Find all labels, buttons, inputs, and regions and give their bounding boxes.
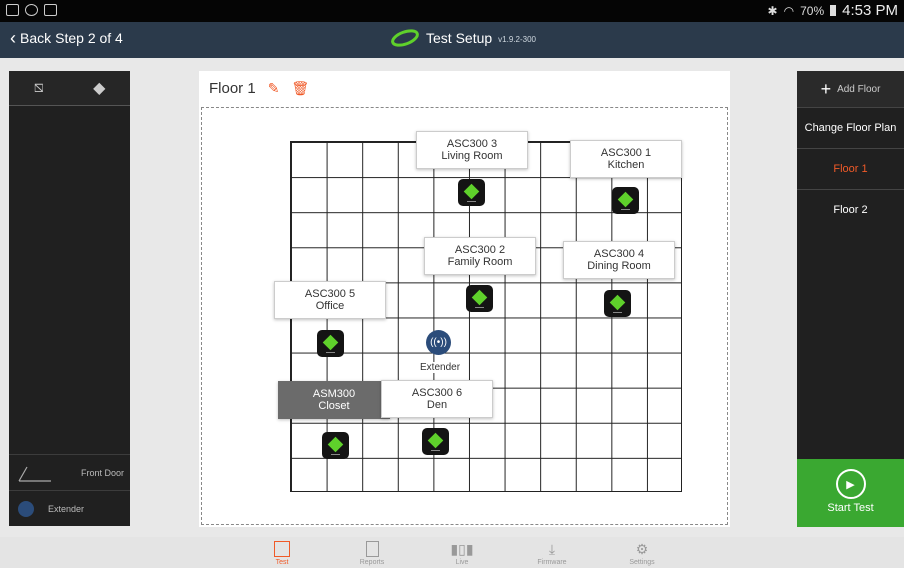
extender-tool[interactable]: Extender bbox=[9, 490, 130, 527]
start-test-button[interactable]: ▶ Start Test bbox=[797, 459, 904, 527]
front-door-tool[interactable]: Front Door bbox=[9, 454, 130, 491]
device-room: Den bbox=[426, 399, 448, 411]
battery-icon bbox=[830, 5, 837, 16]
sensor-node-asc300-4[interactable] bbox=[604, 290, 631, 317]
device-name: ASC300 6 bbox=[411, 387, 463, 399]
mail-notification-icon bbox=[44, 4, 57, 16]
notification-icons bbox=[6, 4, 57, 16]
change-floor-plan-button[interactable]: Change Floor Plan bbox=[797, 107, 904, 148]
app-title: Test Setup v1.9.2-300 bbox=[390, 28, 536, 48]
extender-icon[interactable]: ((•)) bbox=[426, 330, 451, 355]
door-icon bbox=[18, 466, 51, 482]
status-bar: ✱ ◠ 70% 4:53 PM bbox=[0, 0, 904, 22]
sensor-node-asm300[interactable] bbox=[322, 432, 349, 459]
play-icon: ▶ bbox=[835, 469, 866, 499]
device-label[interactable]: ASC300 3 Living Room bbox=[416, 131, 528, 169]
back-label: Back bbox=[20, 30, 52, 46]
reports-icon bbox=[365, 541, 379, 557]
left-tool-panel: ⧅ ◆ Front Door Extender bbox=[9, 71, 130, 526]
chevron-left-icon: ‹ bbox=[10, 28, 16, 48]
nav-firmware[interactable]: ⤓ Firmware bbox=[522, 539, 582, 567]
image-notification-icon bbox=[6, 4, 19, 16]
device-label[interactable]: ASC300 6 Den bbox=[381, 380, 493, 418]
floor-item-2[interactable]: Floor 2 bbox=[797, 189, 904, 230]
nav-label: Live bbox=[455, 559, 469, 566]
nav-live[interactable]: ▮▯▮ Live bbox=[432, 539, 492, 567]
bottom-nav: Test Reports ▮▯▮ Live ⤓ Firmware ⚙ Setti… bbox=[0, 537, 904, 568]
settings-icon: ⚙ bbox=[635, 540, 649, 557]
app-notification-icon bbox=[25, 4, 38, 16]
device-room: Kitchen bbox=[607, 159, 645, 171]
trash-icon[interactable]: 🗑 bbox=[291, 80, 309, 97]
device-label[interactable]: ASC300 1 Kitchen bbox=[570, 140, 682, 178]
device-label[interactable]: ASC300 5 Office bbox=[274, 281, 386, 319]
extender-tool-label: Extender bbox=[48, 504, 85, 514]
device-name: ASC300 3 bbox=[446, 138, 498, 150]
device-room: Office bbox=[315, 300, 345, 312]
back-button[interactable]: ‹ Back Step 2 of 4 bbox=[10, 28, 123, 48]
device-label[interactable]: ASC300 4 Dining Room bbox=[563, 241, 675, 279]
nav-label: Firmware bbox=[537, 559, 567, 566]
firmware-icon: ⤓ bbox=[548, 540, 556, 557]
step-indicator: Step 2 of 4 bbox=[55, 30, 123, 46]
device-name: ASC300 4 bbox=[593, 248, 645, 260]
sensor-node-asc300-1[interactable] bbox=[612, 187, 639, 214]
device-room: Living Room bbox=[441, 150, 503, 162]
device-label[interactable]: ASC300 2 Family Room bbox=[424, 237, 536, 275]
floor-title: Floor 1 bbox=[209, 79, 256, 97]
battery-percent: 70% bbox=[800, 3, 825, 18]
device-name: ASC300 5 bbox=[304, 288, 356, 300]
device-room: Family Room bbox=[447, 256, 513, 268]
nav-label: Settings bbox=[629, 559, 655, 566]
nav-test[interactable]: Test bbox=[252, 539, 312, 566]
clock: 4:53 PM bbox=[842, 2, 898, 19]
floor-item-1[interactable]: Floor 1 bbox=[797, 148, 904, 189]
add-floor-button[interactable]: + Add Floor bbox=[797, 71, 904, 107]
bluetooth-icon: ✱ bbox=[767, 3, 778, 18]
front-door-label: Front Door bbox=[80, 468, 124, 478]
device-name: ASM300 bbox=[312, 388, 356, 400]
start-test-label: Start Test bbox=[827, 502, 874, 514]
sensor-node-asc300-3[interactable] bbox=[458, 179, 485, 206]
add-floor-label: Add Floor bbox=[837, 83, 881, 95]
live-icon: ▮▯▮ bbox=[450, 540, 474, 557]
nav-settings[interactable]: ⚙ Settings bbox=[612, 539, 672, 567]
plus-icon: + bbox=[820, 78, 832, 99]
extender-small-icon bbox=[18, 501, 34, 517]
sensor-node-asc300-5[interactable] bbox=[317, 330, 344, 357]
device-name: ASC300 2 bbox=[454, 244, 506, 256]
version-text: v1.9.2-300 bbox=[498, 35, 536, 44]
nav-label: Test bbox=[275, 559, 289, 566]
sensor-node-asc300-6[interactable] bbox=[422, 428, 449, 455]
hide-labels-icon[interactable]: ⧅ bbox=[34, 79, 44, 97]
device-label-selected[interactable]: ASM300 Closet bbox=[278, 381, 390, 419]
nav-label: Reports bbox=[359, 559, 385, 566]
top-app-bar: ‹ Back Step 2 of 4 Test Setup v1.9.2-300 bbox=[0, 22, 904, 58]
test-icon bbox=[274, 541, 290, 557]
pencil-icon[interactable]: ✎ bbox=[268, 80, 280, 97]
device-room: Closet bbox=[318, 400, 350, 412]
wifi-icon: ◠ bbox=[783, 3, 795, 18]
device-room: Dining Room bbox=[587, 260, 651, 272]
device-name: ASC300 1 bbox=[600, 147, 652, 159]
layers-icon[interactable]: ◆ bbox=[93, 78, 105, 98]
app-logo-icon bbox=[391, 29, 419, 47]
extender-label: Extender bbox=[420, 362, 461, 373]
nav-reports[interactable]: Reports bbox=[342, 539, 402, 566]
title-text: Test Setup bbox=[426, 30, 493, 46]
sensor-node-asc300-2[interactable] bbox=[466, 285, 493, 312]
